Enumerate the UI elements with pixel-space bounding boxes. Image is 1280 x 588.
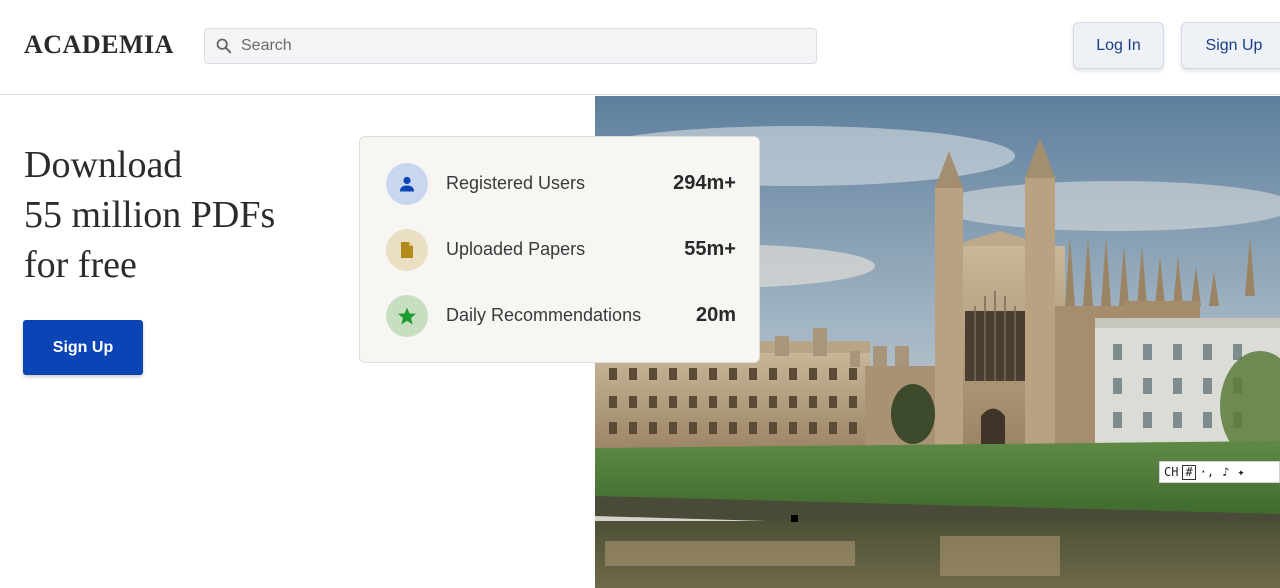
ime-fullwidth-icon[interactable]: # — [1182, 464, 1196, 480]
stat-value: 55m+ — [684, 238, 736, 260]
site-header: ACADEMIA Log In Sign Up — [0, 0, 1280, 95]
header-signup-button[interactable]: Sign Up — [1181, 22, 1280, 69]
ime-soft-keyboard-icon[interactable]: ♪ — [1218, 465, 1233, 479]
search-bar[interactable] — [204, 28, 817, 64]
ime-punctuation-icon[interactable]: ·, — [1196, 465, 1218, 479]
login-button[interactable]: Log In — [1073, 22, 1164, 69]
ime-settings-icon[interactable]: ✦ — [1233, 465, 1248, 479]
ime-toolbar[interactable]: CH # ·, ♪ ✦ — [1159, 461, 1280, 483]
stat-uploaded-papers: Uploaded Papers 55m+ — [386, 229, 736, 271]
stats-card: Registered Users 294m+ Uploaded Papers 5… — [359, 136, 760, 363]
stat-registered-users: Registered Users 294m+ — [386, 163, 736, 205]
search-input[interactable] — [241, 29, 801, 63]
user-icon — [386, 163, 428, 205]
stat-value: 294m+ — [673, 172, 736, 194]
search-icon — [216, 38, 232, 54]
hero-signup-button[interactable]: Sign Up — [23, 320, 143, 375]
headline-line: 55 million PDFs — [24, 194, 276, 236]
academia-logo[interactable]: ACADEMIA — [24, 30, 174, 60]
stat-label: Registered Users — [446, 173, 586, 193]
stat-daily-recommendations: Daily Recommendations 20m — [386, 295, 736, 337]
hero-headline: Download 55 million PDFs for free — [24, 140, 344, 290]
star-icon — [386, 295, 428, 337]
stat-label: Uploaded Papers — [446, 239, 586, 259]
document-icon — [386, 229, 428, 271]
headline-line: for free — [24, 244, 137, 286]
ime-mode-label[interactable]: CH — [1160, 465, 1182, 479]
headline-line: Download — [24, 144, 183, 186]
stat-value: 20m — [695, 304, 736, 326]
stat-label: Daily Recommendations — [446, 305, 642, 325]
